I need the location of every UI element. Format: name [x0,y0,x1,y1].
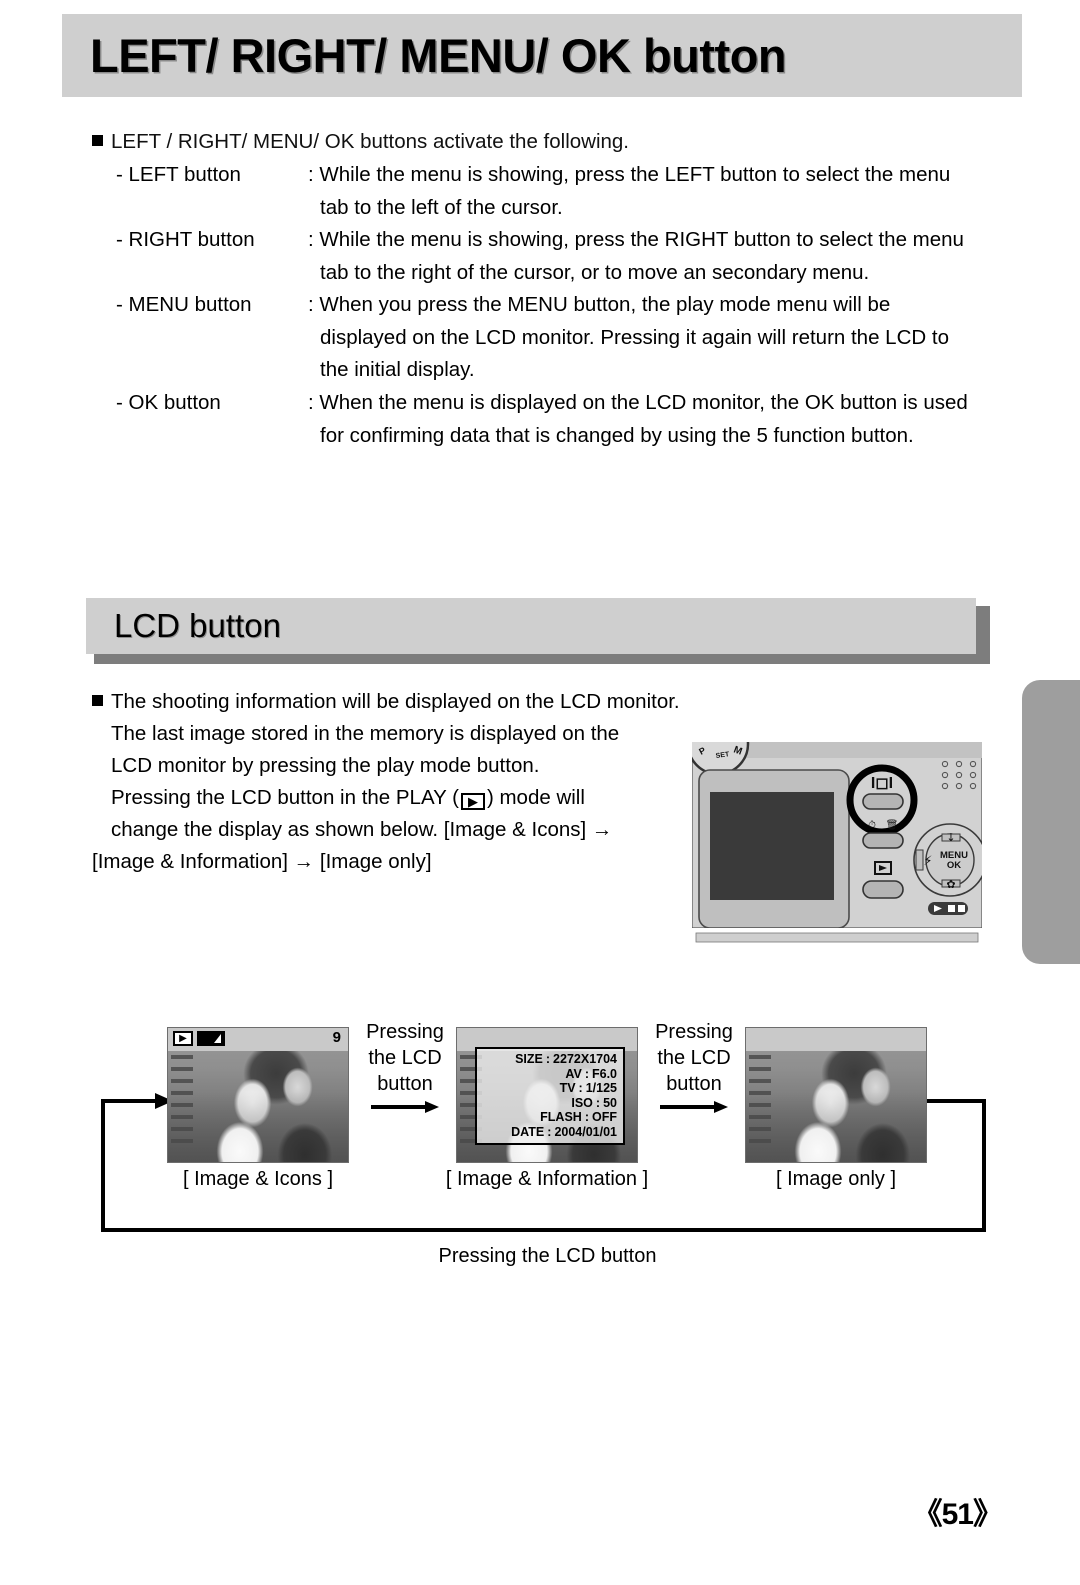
photo-topbar [746,1028,926,1051]
play-mode-icon: ▶ [173,1031,193,1046]
paragraph-text: The shooting information will be display… [111,690,680,713]
info-key: ISO [571,1095,593,1110]
definition-description: : When you press the MENU button, the pl… [308,289,949,387]
info-separator: : [584,1110,589,1124]
svg-text:⚡: ⚡ [923,854,932,869]
info-key: AV [565,1066,582,1081]
lcd-section-paragraph: The shooting information will be display… [92,686,732,878]
definition-description: : While the menu is showing, press the L… [308,159,950,224]
transition-line: the LCD [368,1047,442,1069]
lcd-preview-image-and-icons: ▶ 9 [167,1027,349,1163]
paragraph-line: The last image stored in the memory is d… [111,722,620,745]
info-key: FLASH [540,1110,582,1124]
svg-text:I◻I: I◻I [871,775,893,792]
transition-line: the LCD [657,1047,731,1069]
transition-line: Pressing [655,1021,733,1043]
info-row-date: DATE : 2004/01/01 [481,1125,617,1140]
intro-bullet-text: LEFT / RIGHT/ MENU/ OK buttons activate … [111,130,630,153]
lcd-display-flow-diagram: ▶ 9 [ Image & Icons ] Pressing the LCD b… [95,1005,1000,1280]
lcd-preview-image-and-information: SIZE : 2272X1704 AV : F6.0 TV : 1/125 IS… [456,1027,638,1163]
play-mode-icon: ▶ [460,793,485,810]
definition-description: : While the menu is showing, press the R… [308,224,964,289]
info-value: 50 [603,1095,617,1110]
info-separator: : [547,1124,552,1139]
svg-text:✿: ✿ [946,878,955,891]
paragraph-line: [Image & Information] → [Image only] [92,850,432,873]
photo-subjects [746,1092,926,1162]
lcd-section-header-band: LCD button [86,598,976,654]
transition-label-1: Pressing the LCD button [357,1019,453,1097]
page-title: LEFT/ RIGHT/ MENU/ OK button [90,29,787,82]
info-key: DATE [511,1124,545,1139]
info-row-flash: FLASH : OFF [481,1110,617,1125]
caption-image-only: [ Image only ] [775,1168,897,1190]
info-separator: : [545,1052,551,1066]
info-separator: : [584,1066,589,1081]
definition-line: tab to the left of the cursor. [320,195,563,219]
lcd-section-title: LCD button [114,607,281,644]
caption-image-and-icons: [ Image & Icons ] [182,1168,334,1190]
definition-description: : When the menu is displayed on the LCD … [308,387,968,452]
definition-line: : While the menu is showing, press the L… [308,163,951,186]
paragraph-line: Pressing the LCD button in the PLAY (▶) … [92,782,732,814]
paragraph-line: The shooting information will be display… [92,686,732,718]
paragraph-text: Pressing the LCD button in the PLAY ( [111,786,459,809]
intro-bullet: LEFT / RIGHT/ MENU/ OK buttons activate … [92,126,629,159]
definition-line: : When the menu is displayed on the LCD … [308,391,968,414]
transition-line: button [377,1073,433,1095]
paragraph-line: LCD monitor by pressing the play mode bu… [111,754,540,777]
info-value: 1/125 [585,1081,617,1095]
main-section-header: LEFT/ RIGHT/ MENU/ OK button [62,14,1022,97]
info-value: 2272X1704 [553,1052,617,1066]
definition-line: for confirming data that is changed by u… [320,423,914,447]
info-key: TV [559,1081,576,1095]
definition-line: : While the menu is showing, press the R… [308,228,964,251]
frame-count-label: 9 [332,1029,341,1046]
info-value: F6.0 [591,1066,617,1081]
definition-term: - MENU button [116,293,252,316]
definition-line: tab to the right of the cursor, or to mo… [320,260,870,284]
bullet-square-icon [92,135,103,146]
svg-text:OK: OK [947,860,961,871]
preview-photo [168,1028,348,1162]
definition-term: - LEFT button [116,163,241,186]
paragraph-text: ) mode will [486,786,585,809]
svg-text:⏱: ⏱ [868,820,876,831]
info-value: OFF [592,1110,617,1124]
flow-footer-label: Pressing the LCD button [438,1245,657,1267]
info-row-av: AV : F6.0 [481,1067,617,1082]
info-row-tv: TV : 1/125 [481,1081,617,1096]
bullet-square-icon [92,695,103,706]
info-key: SIZE [515,1052,543,1066]
photo-topbar [168,1028,348,1051]
definition-line: displayed on the LCD monitor. Pressing i… [320,325,949,349]
transition-line: button [666,1073,722,1095]
transition-line: Pressing [366,1021,444,1043]
info-row-size: SIZE : 2272X1704 [481,1052,617,1067]
flow-arrow-2-icon [660,1101,728,1113]
caption-image-and-information: [ Image & Information ] [445,1168,649,1190]
preview-photo [746,1028,926,1162]
shooting-information-box: SIZE : 2272X1704 AV : F6.0 TV : 1/125 IS… [475,1047,625,1145]
info-separator: : [578,1081,583,1095]
info-value: 2004/01/01 [554,1124,617,1139]
paragraph-line: change the display as shown below. [Imag… [111,818,613,841]
battery-icon [197,1031,225,1046]
info-row-iso: ISO : 50 [481,1096,617,1111]
lcd-preview-image-only [745,1027,927,1163]
photo-subjects [168,1092,348,1162]
svg-text:↓: ↓ [946,831,955,844]
definition-line: : When you press the MENU button, the pl… [308,293,891,316]
definition-term: - OK button [116,391,221,414]
flow-arrow-1-icon [371,1101,439,1113]
transition-label-2: Pressing the LCD button [646,1019,742,1097]
page-edge-tab [1022,680,1080,964]
page-number: 《51》 [912,1498,1003,1531]
definition-term: - RIGHT button [116,228,255,251]
camera-back-illustration: P SET M I◻I ⏱ 🗑 MENU OK ↓ ✿ ⚡ [686,712,987,944]
lcd-section-header: LCD button [86,598,990,664]
definition-line: the initial display. [320,358,475,381]
svg-text:🗑: 🗑 [886,819,899,831]
info-separator: : [595,1095,601,1110]
